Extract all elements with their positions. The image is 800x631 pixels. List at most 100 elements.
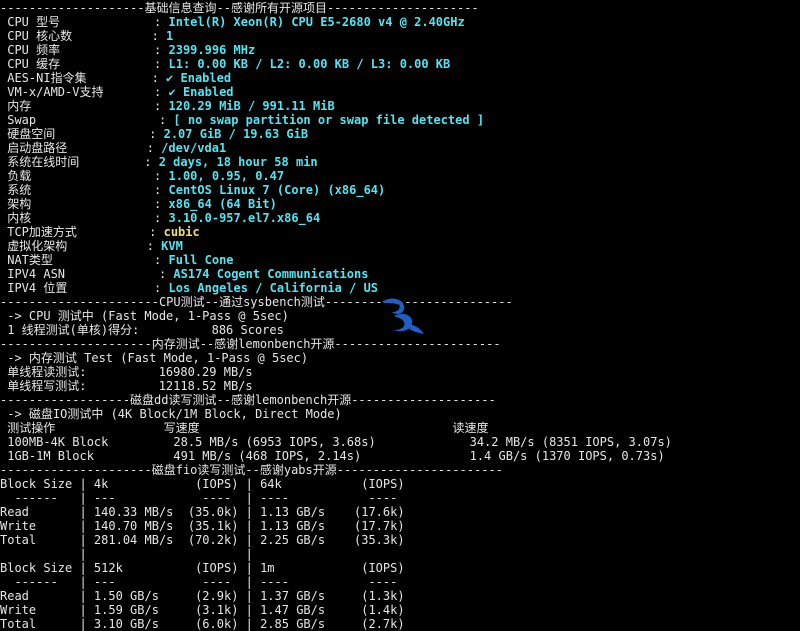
terminal-value: 120.29 MiB / 991.11 MiB bbox=[168, 99, 335, 113]
terminal-text: 系统在线时间 : bbox=[0, 155, 159, 169]
terminal-value: L1: 0.00 KB / L2: 0.00 KB / L3: 0.00 KB bbox=[168, 57, 451, 71]
terminal-text: Swap : bbox=[0, 113, 174, 127]
terminal-line: 100MB-4K Block 28.5 MB/s (6953 IOPS, 3.6… bbox=[0, 435, 672, 449]
terminal-line: Total | 281.04 MB/s (70.2k) | 2.25 GB/s … bbox=[0, 533, 405, 547]
terminal-value: ✔ Enabled bbox=[168, 85, 234, 99]
terminal-value: [ no swap partition or swap file detecte… bbox=[173, 113, 485, 127]
terminal-text: | | bbox=[0, 547, 253, 561]
terminal-text: -> 磁盘IO测试中 (4K Block/1M Block, Direct Mo… bbox=[0, 407, 342, 421]
terminal-line: 测试操作 写速度 读速度 bbox=[0, 421, 488, 435]
terminal-value: CentOS Linux 7 (Core) (x86_64) bbox=[168, 183, 386, 197]
terminal-text: Block Size | 512k (IOPS) | 1m (IOPS) bbox=[0, 561, 405, 575]
terminal-line: AES-NI指令集 : ✔ Enabled bbox=[0, 71, 231, 85]
terminal-text: 测试操作 写速度 读速度 bbox=[0, 421, 489, 435]
terminal-line: -> CPU 测试中 (Fast Mode, 1-Pass @ 5sec) bbox=[0, 309, 289, 323]
terminal-text: Block Size | 4k (IOPS) | 64k (IOPS) bbox=[0, 477, 405, 491]
terminal-text: IPV4 ASN : bbox=[0, 267, 174, 281]
terminal-line: Read | 140.33 MB/s (35.0k) | 1.13 GB/s (… bbox=[0, 505, 405, 519]
terminal-text: ------ | --- ---- | ---- ---- bbox=[0, 575, 398, 589]
terminal-line: -> 磁盘IO测试中 (4K Block/1M Block, Direct Mo… bbox=[0, 407, 342, 421]
terminal-text: 启动盘路径 : bbox=[0, 141, 162, 155]
terminal-text: CPU 频率 : bbox=[0, 43, 169, 57]
terminal-line: ---------------------磁盘fio读写测试--感谢yabs开源… bbox=[0, 463, 503, 477]
terminal-text: Total | 281.04 MB/s (70.2k) | 2.25 GB/s … bbox=[0, 533, 405, 547]
terminal-line: Block Size | 4k (IOPS) | 64k (IOPS) bbox=[0, 477, 405, 491]
terminal-value: 1 bbox=[166, 29, 174, 43]
terminal-value: AS174 Cogent Communications bbox=[173, 267, 369, 281]
terminal-line: ---------------------内存测试--感谢lemonbench开… bbox=[0, 337, 501, 351]
terminal-value: Los Angeles / California / US bbox=[168, 281, 379, 295]
terminal-text: CPU 核心数 : bbox=[0, 29, 167, 43]
terminal-line: Swap : [ no swap partition or swap file … bbox=[0, 113, 484, 127]
blue-bird-logo-icon bbox=[382, 298, 424, 334]
terminal-text: 1GB-1M Block 491 MB/s (468 IOPS, 2.14s) … bbox=[0, 449, 665, 463]
terminal-line: NAT类型 : Full Cone bbox=[0, 253, 234, 267]
terminal-line: 系统在线时间 : 2 days, 18 hour 58 min bbox=[0, 155, 318, 169]
terminal-line: 系统 : CentOS Linux 7 (Core) (x86_64) bbox=[0, 183, 385, 197]
terminal-line: CPU 频率 : 2399.996 MHz bbox=[0, 43, 255, 57]
terminal-text: 虚拟化架构 : bbox=[0, 239, 162, 253]
terminal-line: Read | 1.50 GB/s (2.9k) | 1.37 GB/s (1.3… bbox=[0, 589, 405, 603]
terminal-value: 2.07 GiB / 19.63 GiB bbox=[163, 127, 309, 141]
terminal-text: NAT类型 : bbox=[0, 253, 169, 267]
terminal-text: IPV4 位置 : bbox=[0, 281, 169, 295]
terminal-line: CPU 缓存 : L1: 0.00 KB / L2: 0.00 KB / L3:… bbox=[0, 57, 450, 71]
terminal-value: 2 days, 18 hour 58 min bbox=[158, 155, 318, 169]
terminal-text: -> CPU 测试中 (Fast Mode, 1-Pass @ 5sec) bbox=[0, 309, 289, 323]
terminal-line: Write | 1.59 GB/s (3.1k) | 1.47 GB/s (1.… bbox=[0, 603, 405, 617]
terminal-text: ---------------------磁盘fio读写测试--感谢yabs开源… bbox=[0, 463, 503, 477]
terminal-line: IPV4 位置 : Los Angeles / California / US bbox=[0, 281, 378, 295]
terminal-line: | | bbox=[0, 547, 253, 561]
terminal-line: ------ | --- ---- | ---- ---- bbox=[0, 491, 397, 505]
terminal-line: CPU 型号 : Intel(R) Xeon(R) CPU E5-2680 v4… bbox=[0, 15, 465, 29]
terminal-text: Total | 3.10 GB/s (6.0k) | 2.85 GB/s (2.… bbox=[0, 617, 405, 631]
terminal-line: Block Size | 512k (IOPS) | 1m (IOPS) bbox=[0, 561, 405, 575]
terminal-text: ---------------------内存测试--感谢lemonbench开… bbox=[0, 337, 501, 351]
terminal-value: cubic bbox=[163, 225, 200, 239]
terminal-text: VM-x/AMD-V支持 : bbox=[0, 85, 169, 99]
terminal-line: 内存 : 120.29 MiB / 991.11 MiB bbox=[0, 99, 335, 113]
terminal-text: --------------------基础信息查询--感谢所有开源项目----… bbox=[0, 1, 479, 15]
terminal-text: TCP加速方式 : bbox=[0, 225, 164, 239]
terminal-text: 系统 : bbox=[0, 183, 169, 197]
terminal-line: Total | 3.10 GB/s (6.0k) | 2.85 GB/s (2.… bbox=[0, 617, 405, 631]
terminal-line: 负载 : 1.00, 0.95, 0.47 bbox=[0, 169, 284, 183]
terminal-line: ------------------磁盘dd读写测试--感谢lemonbench… bbox=[0, 393, 496, 407]
terminal-text: Write | 140.70 MB/s (35.1k) | 1.13 GB/s … bbox=[0, 519, 405, 533]
terminal-value: 2399.996 MHz bbox=[168, 43, 256, 57]
terminal-line: CPU 核心数 : 1 bbox=[0, 29, 173, 43]
terminal-text: 硬盘空间 : bbox=[0, 127, 164, 141]
terminal-line: 硬盘空间 : 2.07 GiB / 19.63 GiB bbox=[0, 127, 308, 141]
terminal-line: 架构 : x86_64 (64 Bit) bbox=[0, 197, 277, 211]
terminal-text: Read | 1.50 GB/s (2.9k) | 1.37 GB/s (1.3… bbox=[0, 589, 405, 603]
terminal-text: Write | 1.59 GB/s (3.1k) | 1.47 GB/s (1.… bbox=[0, 603, 405, 617]
terminal-line: IPV4 ASN : AS174 Cogent Communications bbox=[0, 267, 368, 281]
terminal-text: 架构 : bbox=[0, 197, 169, 211]
terminal-text: 单线程写测试: 12118.52 MB/s bbox=[0, 379, 253, 393]
terminal-text: -> 内存测试 Test (Fast Mode, 1-Pass @ 5sec) bbox=[0, 351, 309, 365]
terminal-text: ----------------------CPU测试--通过sysbench测… bbox=[0, 295, 513, 309]
terminal-text: 单线程读测试: 16980.29 MB/s bbox=[0, 365, 253, 379]
terminal-line: TCP加速方式 : cubic bbox=[0, 225, 200, 239]
terminal-value: /dev/vda1 bbox=[161, 141, 227, 155]
terminal-line: 1GB-1M Block 491 MB/s (468 IOPS, 2.14s) … bbox=[0, 449, 665, 463]
terminal-line: 内核 : 3.10.0-957.el7.x86_64 bbox=[0, 211, 320, 225]
terminal-value: ✔ Enabled bbox=[166, 71, 232, 85]
terminal-value: Full Cone bbox=[168, 253, 234, 267]
terminal-text: 内核 : bbox=[0, 211, 169, 225]
terminal-text: ------ | --- ---- | ---- ---- bbox=[0, 491, 398, 505]
terminal-line: 虚拟化架构 : KVM bbox=[0, 239, 183, 253]
terminal-value: 3.10.0-957.el7.x86_64 bbox=[168, 211, 321, 225]
terminal-text: CPU 缓存 : bbox=[0, 57, 169, 71]
terminal-line: Write | 140.70 MB/s (35.1k) | 1.13 GB/s … bbox=[0, 519, 405, 533]
terminal-line: 1 线程测试(单核)得分: 886 Scores bbox=[0, 323, 284, 337]
terminal-line: 单线程读测试: 16980.29 MB/s bbox=[0, 365, 253, 379]
terminal-line: 单线程写测试: 12118.52 MB/s bbox=[0, 379, 253, 393]
terminal-line: -> 内存测试 Test (Fast Mode, 1-Pass @ 5sec) bbox=[0, 351, 308, 365]
terminal-text: Read | 140.33 MB/s (35.0k) | 1.13 GB/s (… bbox=[0, 505, 405, 519]
terminal-line: ------ | --- ---- | ---- ---- bbox=[0, 575, 397, 589]
terminal-text: ------------------磁盘dd读写测试--感谢lemonbench… bbox=[0, 393, 496, 407]
terminal-text: 负载 : bbox=[0, 169, 169, 183]
terminal-text: 1 线程测试(单核)得分: 886 Scores bbox=[0, 323, 284, 337]
terminal-text: AES-NI指令集 : bbox=[0, 71, 167, 85]
